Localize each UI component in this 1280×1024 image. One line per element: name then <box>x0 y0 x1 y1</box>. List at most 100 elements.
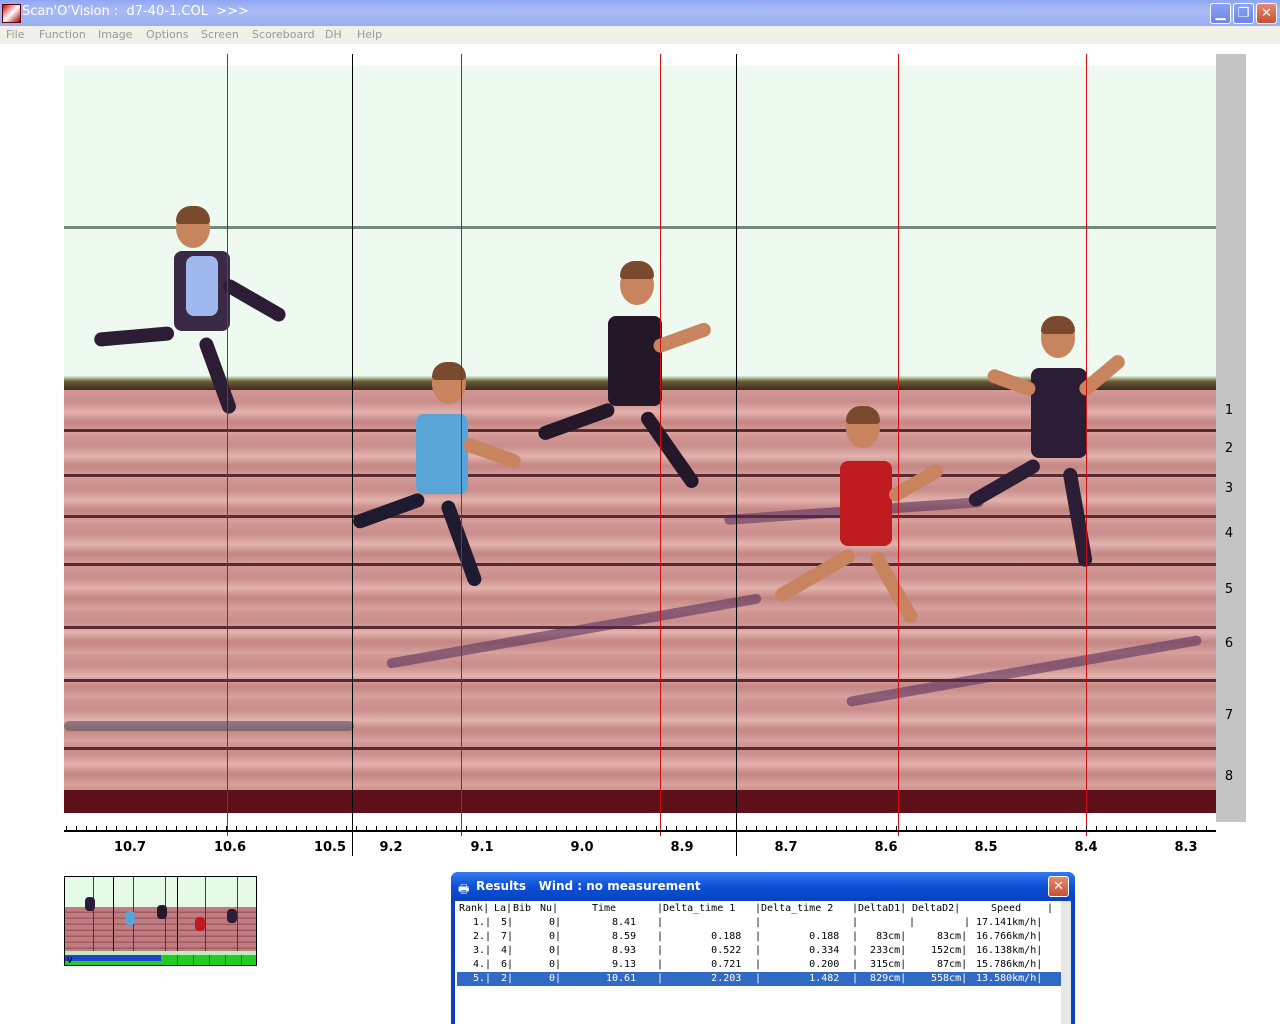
axis-tick <box>456 826 457 831</box>
photo-finish-image[interactable] <box>64 66 1216 813</box>
axis-tick <box>76 826 77 831</box>
axis-tick <box>206 826 207 831</box>
axis-tick <box>1136 826 1137 831</box>
axis-tick <box>646 826 647 831</box>
app-icon <box>2 4 21 23</box>
axis-tick <box>106 826 107 831</box>
axis-tick <box>866 826 867 831</box>
window-titlebar[interactable]: Scan'O'Vision : d7-40-1.COL >>> ▁ ❐ ✕ <box>0 0 1280 26</box>
menu-dh[interactable]: DH <box>325 28 342 41</box>
axis-tick <box>176 826 177 831</box>
axis-tick <box>786 826 787 831</box>
axis-tick <box>896 826 897 831</box>
axis-label: 8.7 <box>774 840 798 855</box>
axis-tick <box>836 826 837 831</box>
minimize-button[interactable]: ▁ <box>1210 3 1231 24</box>
overview-thumbnail[interactable]: V <box>64 876 257 966</box>
axis-tick <box>186 826 187 831</box>
results-close-button[interactable]: ✕ <box>1048 876 1069 897</box>
axis-label: 8.9 <box>670 840 694 855</box>
results-row-selected[interactable]: 5.| 2| 0| 10.61 | 2.203 | 1.482 | 829cm|… <box>457 972 1063 986</box>
menu-scoreboard[interactable]: Scoreboard <box>252 28 315 41</box>
axis-tick <box>96 826 97 831</box>
menu-help[interactable]: Help <box>357 28 382 41</box>
results-caption: Results Wind : no measurement <box>476 879 701 893</box>
printer-icon[interactable]: 🖶 <box>458 880 469 901</box>
results-row[interactable]: 2.| 7| 0| 8.59 | 0.188 | 0.188 | 83cm| 8… <box>457 930 1063 944</box>
axis-tick <box>246 826 247 831</box>
axis-tick <box>856 826 857 831</box>
axis-tick <box>486 826 487 831</box>
axis-tick <box>1016 826 1017 831</box>
time-marker-line[interactable] <box>1086 54 1087 836</box>
time-marker-line[interactable] <box>227 54 228 836</box>
close-button[interactable]: ✕ <box>1256 3 1277 24</box>
lane-number-bar <box>1216 54 1246 822</box>
axis-tick <box>1036 826 1037 831</box>
axis-tick <box>116 826 117 831</box>
thumb-runner <box>125 911 135 925</box>
results-titlebar[interactable]: 🖶 Results Wind : no measurement ✕ <box>451 872 1075 900</box>
axis-tick <box>376 826 377 831</box>
results-row[interactable]: 1.| 5| 0| 8.41 | | | | | 17.141km/h| <box>457 916 1063 930</box>
axis-tick <box>196 826 197 831</box>
time-marker-line[interactable] <box>660 54 661 836</box>
axis-tick <box>1086 826 1087 831</box>
axis-tick <box>1206 826 1207 831</box>
axis-tick <box>1166 826 1167 831</box>
results-row[interactable]: 3.| 4| 0| 8.93 | 0.522 | 0.334 | 233cm| … <box>457 944 1063 958</box>
axis-tick <box>496 826 497 831</box>
axis-tick <box>126 826 127 831</box>
axis-tick <box>606 826 607 831</box>
axis-tick <box>696 826 697 831</box>
axis-label: 10.7 <box>113 840 147 855</box>
axis-tick <box>536 826 537 831</box>
menu-screen[interactable]: Screen <box>201 28 239 41</box>
lane-number: 5 <box>1224 582 1234 597</box>
results-scrollbar[interactable] <box>1061 901 1071 1024</box>
axis-tick <box>276 826 277 831</box>
axis-label: 10.5 <box>313 840 347 855</box>
lane-number: 2 <box>1224 441 1234 456</box>
lane-number: 3 <box>1224 481 1234 496</box>
lane-number: 8 <box>1224 769 1234 784</box>
time-marker-line[interactable] <box>461 54 462 836</box>
thumb-runner <box>157 905 167 919</box>
axis-tick <box>1176 826 1177 831</box>
axis-tick <box>776 826 777 831</box>
axis-tick <box>216 826 217 831</box>
results-table: Rank| La| Bib Nu| Time |Delta_time 1 |De… <box>455 901 1071 1024</box>
axis-tick <box>226 826 227 831</box>
axis-tick <box>526 826 527 831</box>
axis-tick <box>706 826 707 831</box>
axis-tick <box>1116 826 1117 831</box>
axis-tick <box>1006 826 1007 831</box>
restore-button[interactable]: ❐ <box>1233 3 1254 24</box>
axis-tick <box>1126 826 1127 831</box>
window-title: Scan'O'Vision : d7-40-1.COL >>> <box>22 4 249 19</box>
axis-tick <box>746 826 747 831</box>
axis-tick <box>406 826 407 831</box>
axis-tick <box>976 826 977 831</box>
menu-function[interactable]: Function <box>39 28 86 41</box>
axis-tick <box>316 826 317 831</box>
results-row[interactable]: 4.| 6| 0| 9.13 | 0.721 | 0.200 | 315cm| … <box>457 958 1063 972</box>
scroll-position-indicator <box>65 955 161 961</box>
axis-tick <box>1186 826 1187 831</box>
lane-number: 1 <box>1224 403 1234 418</box>
axis-tick <box>796 826 797 831</box>
axis-tick <box>986 826 987 831</box>
axis-tick <box>1056 826 1057 831</box>
segment-separator <box>736 54 737 856</box>
axis-tick <box>966 826 967 831</box>
axis-tick <box>1156 826 1157 831</box>
axis-tick <box>906 826 907 831</box>
menu-image[interactable]: Image <box>98 28 132 41</box>
menu-bar: File Function Image Options Screen Score… <box>0 26 1280 44</box>
axis-tick <box>1066 826 1067 831</box>
menu-file[interactable]: File <box>6 28 24 41</box>
axis-tick <box>1096 826 1097 831</box>
time-marker-line[interactable] <box>898 54 899 836</box>
axis-tick <box>806 826 807 831</box>
menu-options[interactable]: Options <box>146 28 188 41</box>
